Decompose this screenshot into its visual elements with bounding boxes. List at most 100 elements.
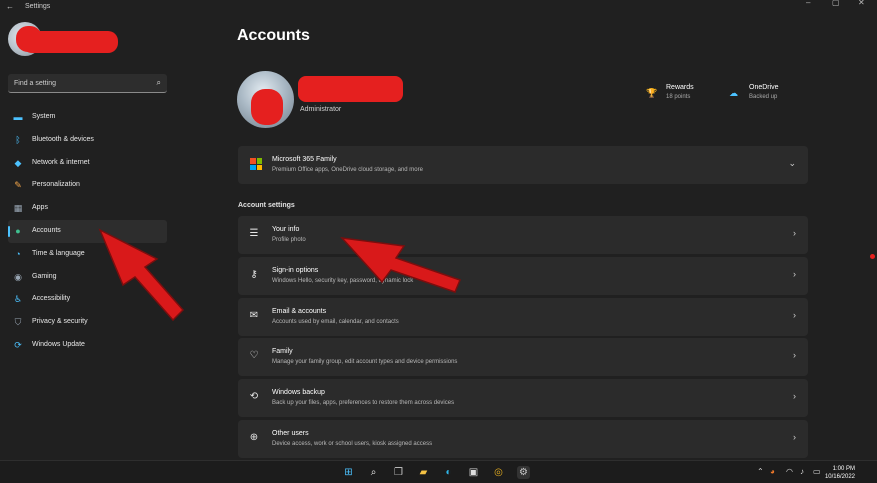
sidebar-item-accounts[interactable]: ● Accounts <box>8 219 167 243</box>
sidebar-item-label: Network & internet <box>32 158 90 166</box>
sidebar-item-system[interactable]: ▬ System <box>8 106 167 129</box>
email-accounts-card[interactable]: ✉ Email & accounts Accounts used by emai… <box>238 298 808 336</box>
card-subtitle: Back up your files, apps, preferences to… <box>272 400 455 406</box>
card-subtitle: Accounts used by email, calendar, and co… <box>272 319 399 325</box>
wifi-icon: ◆ <box>14 157 22 168</box>
card-title: Your info <box>272 226 300 233</box>
file-explorer-icon[interactable]: ▰ <box>417 466 430 479</box>
sidebar-nav: ▬ System ᛒ Bluetooth & devices ◆ Network… <box>8 106 167 357</box>
monitor-icon: ▬ <box>13 112 23 122</box>
add-user-icon: ⊕ <box>249 432 259 443</box>
rewards-title: Rewards <box>666 84 694 91</box>
globe-clock-icon: ◔ <box>15 248 21 259</box>
section-label: Account settings <box>238 202 295 209</box>
chevron-right-icon: › <box>793 350 796 360</box>
sidebar-item-label: Windows Update <box>32 340 85 348</box>
microsoft-logo-icon <box>250 158 262 170</box>
account-role: Administrator <box>300 106 342 113</box>
person-card-icon: ☰ <box>249 228 259 239</box>
search-icon[interactable]: ⌕ <box>157 78 161 88</box>
redaction-mark <box>251 89 283 125</box>
chevron-up-icon[interactable]: ⌃ <box>757 467 764 476</box>
windows-backup-card[interactable]: ⟲ Windows backup Back up your files, app… <box>238 379 808 417</box>
onedrive-title: OneDrive <box>749 84 779 91</box>
rewards-link[interactable]: Rewards 18 points <box>666 84 694 100</box>
accessibility-icon: ♿ <box>13 294 23 305</box>
bluetooth-icon: ᛒ <box>15 134 21 145</box>
search-input[interactable]: Find a setting ⌕ <box>8 74 167 93</box>
card-title: Other users <box>272 430 309 437</box>
maximize-icon[interactable]: ▢ <box>832 0 840 7</box>
taskbar-clock[interactable]: 1:00 PM 10/16/2022 <box>825 465 855 481</box>
card-title: Sign-in options <box>272 267 319 274</box>
onedrive-status: Backed up <box>749 94 778 100</box>
sidebar-item-network[interactable]: ◆ Network & internet <box>8 152 167 175</box>
chrome-icon[interactable]: ◎ <box>492 466 505 479</box>
taskbar: ⊞ ⌕ ❐ ▰ ◐ ▣ ◎ ⚙ ⌃ ◕ ◠ ♪ ▭ 1:00 PM 10/16/… <box>0 460 877 483</box>
sidebar-item-windows-update[interactable]: ⟳ Windows Update <box>8 334 167 357</box>
sign-in-options-card[interactable]: ⚷ Sign-in options Windows Hello, securit… <box>238 257 808 295</box>
sidebar-item-gaming[interactable]: ◉ Gaming <box>8 266 167 289</box>
sidebar-item-personalization[interactable]: ✎ Personalization <box>8 174 167 197</box>
settings-icon[interactable]: ⚙ <box>517 466 530 479</box>
person-icon: ● <box>15 225 21 236</box>
card-subtitle: Manage your family group, edit account t… <box>272 359 458 365</box>
wifi-icon[interactable]: ◠ <box>786 467 793 476</box>
card-subtitle: Device access, work or school users, kio… <box>272 441 433 447</box>
sidebar-item-time-language[interactable]: ◔ Time & language <box>8 243 167 266</box>
sidebar-item-label: Personalization <box>32 181 80 189</box>
settings-window: ← Settings – ▢ ✕ Find a setting ⌕ ▬ Syst… <box>0 0 877 460</box>
microsoft-365-card[interactable]: Microsoft 365 Family Premium Office apps… <box>238 146 808 184</box>
store-icon[interactable]: ▣ <box>467 466 480 479</box>
chevron-right-icon: › <box>793 269 796 279</box>
sidebar-item-bluetooth[interactable]: ᛒ Bluetooth & devices <box>8 129 167 152</box>
sidebar-item-label: Accessibility <box>32 295 71 303</box>
redaction-mark <box>22 31 118 53</box>
search-icon[interactable]: ⌕ <box>367 466 380 479</box>
profile-avatar[interactable] <box>237 71 294 128</box>
family-card[interactable]: ♡ Family Manage your family group, edit … <box>238 338 808 376</box>
brush-icon: ✎ <box>14 180 22 191</box>
chevron-down-icon[interactable]: ⌄ <box>788 158 796 169</box>
edge-icon[interactable]: ◐ <box>442 466 455 479</box>
sidebar-item-label: Gaming <box>32 272 57 280</box>
redaction-mark <box>298 76 403 102</box>
card-title: Windows backup <box>272 389 325 396</box>
other-users-card[interactable]: ⊕ Other users Device access, work or sch… <box>238 420 808 458</box>
onedrive-link[interactable]: OneDrive Backed up <box>749 84 779 100</box>
rewards-points: 18 points <box>666 94 691 100</box>
gamepad-icon: ◉ <box>14 271 22 282</box>
battery-icon[interactable]: ▭ <box>813 467 821 476</box>
card-subtitle: Premium Office apps, OneDrive cloud stor… <box>272 167 423 173</box>
minimize-icon[interactable]: – <box>806 0 810 7</box>
chevron-right-icon: › <box>793 228 796 238</box>
sidebar-item-label: Accounts <box>32 226 61 234</box>
clock-time: 1:00 PM <box>832 466 855 472</box>
trophy-icon: 🏆 <box>646 88 658 98</box>
chevron-right-icon: › <box>793 391 796 401</box>
your-info-card[interactable]: ☰ Your info Profile photo › <box>238 216 808 254</box>
back-arrow-icon[interactable]: ← <box>6 2 14 11</box>
key-icon: ⚷ <box>250 269 258 280</box>
apps-icon: ▦ <box>13 203 23 214</box>
windows-start-icon[interactable]: ⊞ <box>342 466 355 479</box>
card-subtitle: Windows Hello, security key, password, d… <box>272 278 414 284</box>
card-title: Family <box>272 348 293 355</box>
window-title: Settings <box>25 3 51 10</box>
card-title: Microsoft 365 Family <box>272 156 337 163</box>
sidebar-item-apps[interactable]: ▦ Apps <box>8 197 167 220</box>
app-tray-icon[interactable]: ◕ <box>770 467 775 476</box>
sidebar-item-label: Bluetooth & devices <box>32 135 94 143</box>
volume-icon[interactable]: ♪ <box>800 467 804 476</box>
sidebar-item-privacy-security[interactable]: ⛉ Privacy & security <box>8 311 167 334</box>
shield-icon: ⛉ <box>14 317 22 328</box>
sidebar-item-accessibility[interactable]: ♿ Accessibility <box>8 288 167 311</box>
title-bar: ← Settings – ▢ ✕ <box>0 0 877 14</box>
chevron-right-icon: › <box>793 310 796 320</box>
search-placeholder: Find a setting <box>14 80 57 87</box>
clock-date: 10/16/2022 <box>824 474 855 480</box>
heart-icon: ♡ <box>249 350 259 361</box>
task-view-icon[interactable]: ❐ <box>392 466 405 479</box>
close-icon[interactable]: ✕ <box>858 0 865 7</box>
scroll-indicator[interactable] <box>870 254 875 259</box>
